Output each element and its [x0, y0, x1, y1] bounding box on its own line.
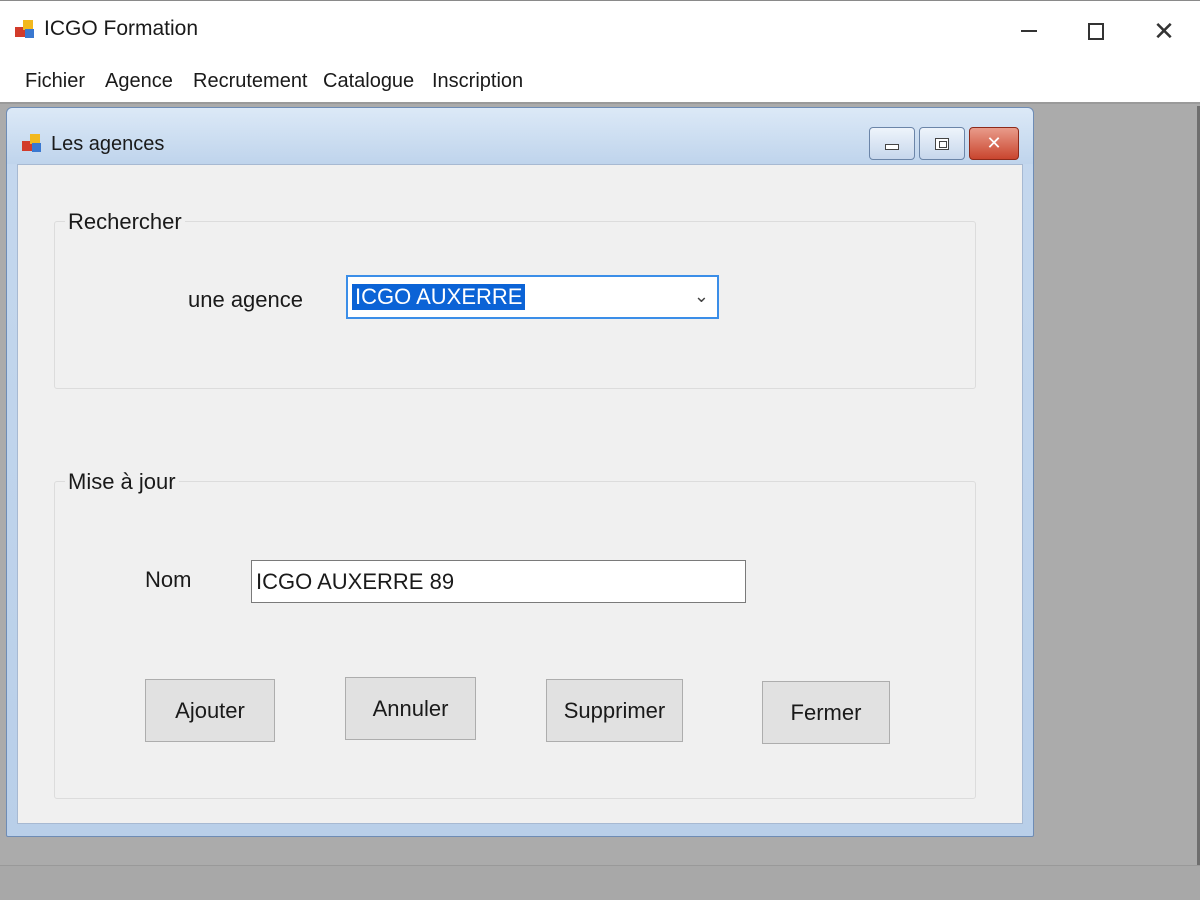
search-group-legend: Rechercher	[65, 209, 185, 235]
menu-bar: Fichier Agence Recrutement Catalogue Ins…	[0, 60, 1200, 104]
app-icon	[15, 20, 34, 38]
menu-catalogue[interactable]: Catalogue	[320, 68, 417, 95]
ajouter-button[interactable]: Ajouter	[145, 679, 275, 742]
nom-label: Nom	[145, 567, 192, 592]
child-maximize-button[interactable]	[919, 127, 965, 160]
menu-recrutement[interactable]: Recrutement	[190, 68, 311, 95]
child-client-area: Rechercher une agence ICGO AUXERRE ⌄ Mis…	[17, 164, 1023, 824]
app-window: ICGO Formation ✕ Fichier Agence Recrutem…	[0, 0, 1200, 900]
close-icon: ✕	[1153, 15, 1175, 46]
menu-inscription[interactable]: Inscription	[429, 68, 526, 95]
menu-agence[interactable]: Agence	[102, 68, 176, 95]
update-group-legend: Mise à jour	[65, 469, 179, 495]
agence-combobox-value: ICGO AUXERRE	[352, 284, 526, 310]
search-groupbox: Rechercher une agence ICGO AUXERRE ⌄	[54, 209, 976, 389]
chevron-down-icon[interactable]: ⌄	[694, 286, 709, 307]
menu-fichier[interactable]: Fichier	[22, 68, 88, 95]
update-groupbox: Mise à jour Nom Ajouter Annuler Supprime…	[54, 469, 976, 799]
child-window-title: Les agences	[51, 133, 165, 155]
close-icon: ✕	[986, 133, 1002, 153]
agence-label: une agence	[188, 287, 303, 312]
app-icon	[22, 134, 41, 152]
maximize-icon	[1088, 22, 1104, 40]
minimize-icon	[885, 143, 899, 150]
minimize-icon	[1021, 30, 1037, 32]
annuler-button[interactable]: Annuler	[345, 677, 476, 740]
child-close-button[interactable]: ✕	[969, 127, 1019, 160]
title-bar: ICGO Formation ✕	[0, 0, 1200, 60]
maximize-button[interactable]	[1062, 1, 1130, 61]
supprimer-button[interactable]: Supprimer	[546, 679, 683, 742]
child-title-bar[interactable]: Les agences ✕	[7, 108, 1033, 164]
child-minimize-button[interactable]	[869, 127, 915, 160]
minimize-button[interactable]	[995, 1, 1063, 61]
window-title: ICGO Formation	[44, 17, 199, 40]
fermer-button[interactable]: Fermer	[762, 681, 890, 744]
nom-input[interactable]	[251, 560, 746, 603]
close-button[interactable]: ✕	[1130, 1, 1198, 61]
child-window-agences: Les agences ✕ Rechercher une agence ICGO…	[6, 107, 1034, 837]
restore-icon	[935, 137, 949, 150]
status-strip	[0, 865, 1200, 900]
agence-combobox[interactable]: ICGO AUXERRE ⌄	[346, 275, 719, 319]
